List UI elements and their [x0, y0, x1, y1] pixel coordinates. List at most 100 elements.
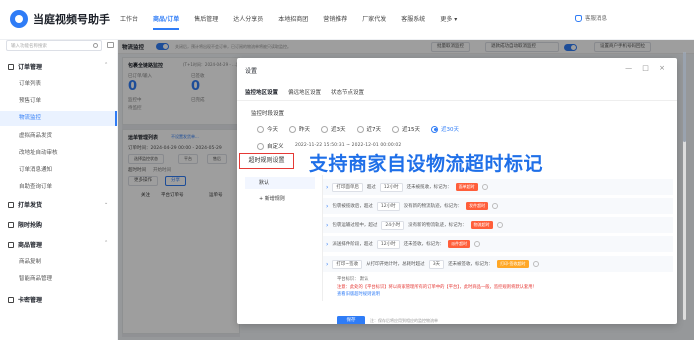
- sidebar-group-card-codes[interactable]: 卡密管理: [8, 295, 42, 304]
- help-icon[interactable]: [492, 203, 499, 209]
- rule-prefix[interactable]: 打印~签收: [332, 259, 363, 269]
- rule-duration-select[interactable]: 12小时: [376, 239, 400, 249]
- nav-item[interactable]: 厂家代发: [362, 14, 386, 30]
- chevron-right-icon[interactable]: ›: [326, 222, 328, 229]
- chevron-up-icon: ⌃: [104, 240, 109, 246]
- main-nav: 工作台 商品/订单 售后管理 达人分享员 本地招商团 营销推荐 厂家代发 客服系统 更多 ▾: [120, 14, 472, 30]
- rule-tag: 物流超时: [470, 221, 493, 229]
- sidebar-item-presale[interactable]: 预售订单: [0, 94, 117, 109]
- chevron-right-icon[interactable]: ›: [326, 241, 328, 248]
- radio-label: 昨天: [299, 127, 311, 133]
- sidebar: 输入功能名称搜索 订单管理 ⌃ 订单列表 预售订单 物流监控 虚拟商品发货 改地…: [0, 40, 118, 340]
- sidebar-group-products[interactable]: 商品管理: [8, 240, 42, 249]
- note-warning: 注意：此处的【平台标识】将以商家管理所有的订单中的【平台】，此时商品一般，监控规…: [337, 284, 537, 290]
- sidebar-group-orders[interactable]: 订单管理: [8, 62, 42, 71]
- rule-list: 默认 + 新增规则: [245, 175, 323, 301]
- nav-item[interactable]: 营销推荐: [323, 14, 347, 30]
- rule-row: › 打印面单后 超过 12小时 还未被揽收，标记为： 面单超时: [323, 179, 673, 195]
- feature-caption: 支持商家自设物流超时标记: [309, 153, 544, 175]
- sidebar-item-logistics-monitor[interactable]: 物流监控: [0, 111, 117, 126]
- sidebar-item-order-list[interactable]: 订单列表: [0, 77, 117, 92]
- nav-item[interactable]: 达人分享员: [233, 14, 263, 30]
- radio-circle: [431, 125, 439, 133]
- radio-option[interactable]: 近15天: [392, 125, 420, 133]
- nav-item[interactable]: 售后管理: [194, 14, 218, 30]
- radio-circle: [257, 125, 264, 133]
- radio-option[interactable]: 近30天: [431, 125, 459, 133]
- radio-label: 近30天: [441, 127, 460, 133]
- rule-prefix[interactable]: 打印面单后: [332, 182, 363, 192]
- chevron-right-icon[interactable]: ›: [326, 261, 328, 268]
- top-navigation-bar: 当庭视频号助手 工作台 商品/订单 售后管理 达人分享员 本地招商团 营销推荐 厂家代发 客服…: [0, 0, 694, 40]
- radio-label: 今天: [267, 127, 279, 133]
- rule-duration-select[interactable]: 3天: [428, 259, 445, 269]
- sidebar-item-self-query[interactable]: 自助查询订单: [0, 180, 117, 195]
- rule-duration-select[interactable]: 24小时: [381, 220, 405, 230]
- rule-duration-select[interactable]: 12小时: [376, 201, 400, 211]
- help-icon[interactable]: [532, 261, 539, 267]
- search-icon: [93, 43, 98, 48]
- sidebar-item-order-notify[interactable]: 订单消息通知: [0, 163, 117, 178]
- sidebar-item-address-review[interactable]: 改地址自动审核: [0, 146, 117, 161]
- radio-option[interactable]: 近7天: [356, 125, 382, 133]
- add-rule-button[interactable]: + 新增规则: [259, 195, 285, 202]
- collapse-sidebar-icon[interactable]: [107, 42, 114, 48]
- sidebar-item-virtual-delivery[interactable]: 虚拟商品发货: [0, 129, 117, 144]
- sidebar-item-copy-product[interactable]: 商品复制: [0, 255, 117, 270]
- rule-row: › 包裹被揽收后，超过 12小时 没有新的物流轨迹，标记为： 发件超时: [323, 198, 673, 214]
- chevron-right-icon[interactable]: ›: [326, 203, 328, 210]
- rule-text: 没有新的物流轨迹，标记为：: [403, 204, 463, 209]
- rule-duration-select[interactable]: 12小时: [379, 182, 403, 192]
- chevron-up-icon: ⌃: [104, 62, 109, 68]
- sidebar-item-smart-product[interactable]: 智能商品管理: [0, 272, 117, 287]
- scroll-thumb[interactable]: [683, 52, 686, 142]
- radio-label: 近7天: [366, 127, 382, 133]
- dialog-title: 设置: [245, 68, 258, 75]
- print-icon: [8, 201, 14, 208]
- rule-notes: 平台标识： 默认 注意：此处的【平台标识】将以商家管理所有的订单中的【平台】，此…: [337, 276, 537, 299]
- help-icon[interactable]: [496, 222, 503, 228]
- nav-item[interactable]: 客服系统: [401, 14, 425, 30]
- help-icon[interactable]: [474, 241, 481, 247]
- product-icon: [8, 241, 14, 248]
- footer-note: 注：保存后将应用到相应的监控物流单: [370, 318, 438, 323]
- chevron-right-icon[interactable]: ›: [326, 184, 328, 191]
- settings-dialog: 设置 — □ × 监控地区设置 偏远地区设置 状态节点设置 监控时段设置 今天 昨天近…: [237, 58, 677, 324]
- nav-item[interactable]: 工作台: [120, 14, 138, 30]
- radio-option[interactable]: 昨天: [289, 125, 310, 133]
- nav-item[interactable]: 商品/订单: [153, 14, 180, 30]
- window-controls[interactable]: — □ ×: [625, 64, 669, 72]
- radio-custom[interactable]: 自定义: [257, 142, 284, 150]
- radio-circle: [257, 142, 264, 150]
- card-icon: [8, 296, 14, 303]
- date-to: 2022-12-01 00:00:02: [351, 143, 402, 148]
- sidebar-group-flash-sale[interactable]: 限时抢购: [8, 220, 42, 229]
- help-icon[interactable]: [481, 184, 488, 190]
- rule-row: › 包裹运输过程中，超过 24小时 没有新的物流轨迹，标记为： 物流超时: [323, 217, 673, 233]
- save-button[interactable]: 保存: [337, 316, 365, 324]
- radio-circle: [356, 125, 364, 133]
- clock-icon: [8, 221, 14, 228]
- rule-row: › 派送排件阶段，超过 12小时 还未签收，标记为： 派件超时: [323, 236, 673, 252]
- rule-prefix: 包裹被揽收后，超过: [332, 204, 373, 209]
- nav-item[interactable]: 本地招商团: [278, 14, 308, 30]
- app-logo[interactable]: 当庭视频号助手: [10, 10, 110, 28]
- customer-message-link[interactable]: 客服消息: [575, 14, 607, 22]
- rule-default-item[interactable]: 默认: [245, 177, 315, 189]
- radio-option[interactable]: 今天: [257, 125, 278, 133]
- date-range-input[interactable]: 2022-11-22 15:50:31 ~ 2022-12-01 00:00:0…: [295, 143, 401, 148]
- nav-item[interactable]: 更多 ▾: [440, 14, 457, 30]
- rule-text: 还未被揽收，标记为：: [406, 185, 452, 190]
- radio-option[interactable]: 近3天: [321, 125, 346, 133]
- scrollbar[interactable]: [683, 52, 686, 320]
- sidebar-group-print-ship[interactable]: 打单发货: [8, 200, 42, 209]
- note-link[interactable]: 查看旧版超时规则说明: [337, 291, 537, 299]
- sidebar-search-input[interactable]: 输入功能名称搜索: [6, 40, 102, 51]
- radio-label: 近15天: [402, 127, 421, 133]
- rule-text: 还未被签收，标记为：: [448, 262, 494, 267]
- radio-label: 近3天: [331, 127, 346, 133]
- radio-circle: [321, 125, 329, 133]
- date-from: 2022-11-22 15:50:31: [295, 143, 345, 148]
- timeout-rule-tab[interactable]: 超时规则设置: [239, 153, 294, 169]
- customer-message-label: 客服消息: [585, 16, 608, 22]
